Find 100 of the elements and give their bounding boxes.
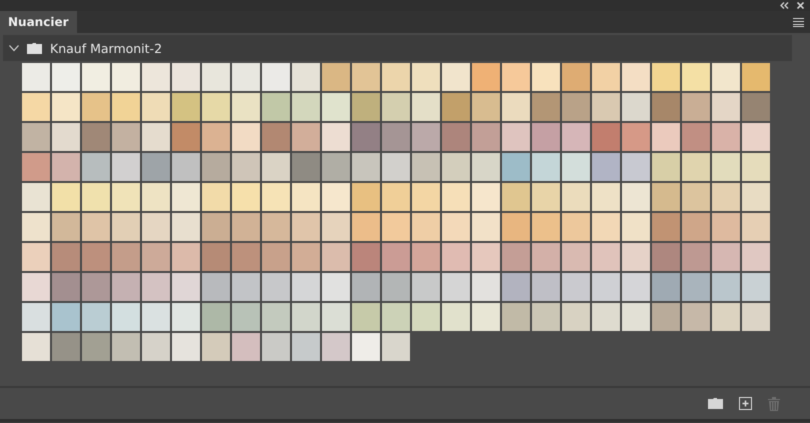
color-swatch[interactable] [232, 273, 260, 301]
color-swatch[interactable] [442, 93, 470, 121]
color-swatch[interactable] [472, 243, 500, 271]
menu-icon[interactable] [793, 18, 804, 26]
color-swatch[interactable] [322, 183, 350, 211]
color-swatch[interactable] [292, 93, 320, 121]
color-swatch[interactable] [382, 183, 410, 211]
color-swatch[interactable] [172, 183, 200, 211]
color-swatch[interactable] [52, 93, 80, 121]
color-swatch[interactable] [412, 273, 440, 301]
color-swatch[interactable] [142, 63, 170, 91]
color-swatch[interactable] [442, 243, 470, 271]
color-swatch[interactable] [532, 153, 560, 181]
color-swatch[interactable] [592, 183, 620, 211]
color-swatch[interactable] [532, 213, 560, 241]
color-swatch[interactable] [562, 273, 590, 301]
color-swatch[interactable] [382, 303, 410, 331]
color-swatch[interactable] [682, 153, 710, 181]
color-swatch[interactable] [652, 243, 680, 271]
color-swatch[interactable] [112, 273, 140, 301]
color-swatch[interactable] [172, 333, 200, 361]
color-swatch[interactable] [22, 93, 50, 121]
color-swatch[interactable] [382, 153, 410, 181]
color-swatch[interactable] [82, 123, 110, 151]
color-swatch[interactable] [532, 123, 560, 151]
color-swatch[interactable] [322, 123, 350, 151]
color-swatch[interactable] [622, 273, 650, 301]
color-swatch[interactable] [262, 153, 290, 181]
color-swatch[interactable] [112, 333, 140, 361]
color-swatch[interactable] [502, 63, 530, 91]
color-swatch[interactable] [562, 183, 590, 211]
color-swatch[interactable] [52, 183, 80, 211]
color-swatch[interactable] [742, 93, 770, 121]
color-swatch[interactable] [412, 153, 440, 181]
color-swatch[interactable] [382, 63, 410, 91]
color-swatch[interactable] [382, 243, 410, 271]
color-swatch[interactable] [532, 303, 560, 331]
color-swatch[interactable] [562, 153, 590, 181]
color-swatch[interactable] [712, 153, 740, 181]
color-swatch[interactable] [652, 303, 680, 331]
color-swatch[interactable] [502, 243, 530, 271]
color-swatch[interactable] [112, 243, 140, 271]
color-swatch[interactable] [112, 183, 140, 211]
color-swatch[interactable] [202, 123, 230, 151]
color-swatch[interactable] [352, 63, 380, 91]
color-swatch[interactable] [592, 303, 620, 331]
close-icon[interactable] [797, 2, 804, 9]
color-swatch[interactable] [472, 273, 500, 301]
color-swatch[interactable] [322, 153, 350, 181]
color-swatch[interactable] [742, 243, 770, 271]
color-swatch[interactable] [262, 123, 290, 151]
color-swatch[interactable] [322, 303, 350, 331]
color-swatch[interactable] [622, 63, 650, 91]
color-swatch[interactable] [652, 123, 680, 151]
color-swatch[interactable] [652, 273, 680, 301]
color-swatch[interactable] [322, 63, 350, 91]
color-swatch[interactable] [22, 243, 50, 271]
color-swatch[interactable] [142, 213, 170, 241]
color-swatch[interactable] [142, 333, 170, 361]
color-swatch[interactable] [712, 303, 740, 331]
color-swatch[interactable] [442, 63, 470, 91]
color-swatch[interactable] [442, 153, 470, 181]
color-swatch[interactable] [652, 213, 680, 241]
color-swatch[interactable] [412, 183, 440, 211]
color-swatch[interactable] [352, 213, 380, 241]
color-swatch[interactable] [652, 93, 680, 121]
color-swatch[interactable] [592, 93, 620, 121]
color-swatch[interactable] [262, 243, 290, 271]
color-swatch[interactable] [262, 303, 290, 331]
color-swatch[interactable] [502, 123, 530, 151]
color-swatch[interactable] [52, 213, 80, 241]
color-swatch[interactable] [82, 333, 110, 361]
color-swatch[interactable] [382, 123, 410, 151]
color-swatch[interactable] [652, 63, 680, 91]
color-swatch[interactable] [472, 63, 500, 91]
color-swatch[interactable] [502, 93, 530, 121]
color-swatch[interactable] [172, 123, 200, 151]
color-swatch[interactable] [622, 243, 650, 271]
color-swatch[interactable] [292, 243, 320, 271]
color-swatch[interactable] [322, 213, 350, 241]
color-swatch[interactable] [502, 153, 530, 181]
color-swatch[interactable] [532, 93, 560, 121]
color-swatch[interactable] [712, 93, 740, 121]
color-swatch[interactable] [52, 153, 80, 181]
color-swatch[interactable] [232, 153, 260, 181]
color-swatch[interactable] [262, 183, 290, 211]
color-swatch[interactable] [52, 63, 80, 91]
color-swatch[interactable] [262, 63, 290, 91]
color-swatch[interactable] [442, 273, 470, 301]
color-swatch[interactable] [652, 183, 680, 211]
color-swatch[interactable] [292, 153, 320, 181]
folder-button[interactable] [708, 398, 723, 409]
color-swatch[interactable] [52, 303, 80, 331]
color-swatch[interactable] [292, 123, 320, 151]
color-swatch[interactable] [112, 123, 140, 151]
color-swatch[interactable] [682, 243, 710, 271]
color-swatch[interactable] [532, 183, 560, 211]
color-swatch[interactable] [52, 333, 80, 361]
color-swatch[interactable] [202, 183, 230, 211]
color-swatch[interactable] [412, 303, 440, 331]
